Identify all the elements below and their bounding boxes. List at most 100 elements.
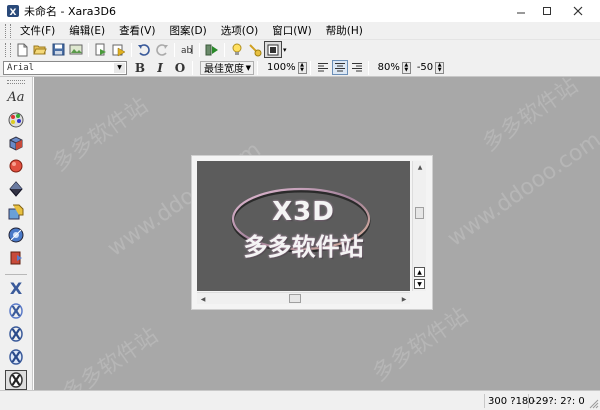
app-logo-icon: X xyxy=(7,5,19,18)
align-left-button[interactable] xyxy=(315,60,331,75)
menu-help[interactable]: 帮助(H) xyxy=(319,22,370,40)
font-select[interactable]: Arial ▼ xyxy=(3,60,127,75)
svg-text:X: X xyxy=(10,279,23,297)
bevel-icon[interactable] xyxy=(5,156,27,176)
rotation-stepper[interactable]: ▲ ▼ xyxy=(435,61,445,74)
document-window: X3D 多多软件站 ▲ ▲ ▼ ◀ ▶ xyxy=(191,155,433,310)
watermark-url: www.ddooo.com xyxy=(443,127,600,252)
menu-file[interactable]: 文件(F) xyxy=(13,22,62,40)
menu-edit[interactable]: 编辑(E) xyxy=(62,22,112,40)
toolbar-separator xyxy=(257,60,258,75)
rotation-field[interactable]: -50 ▲ ▼ xyxy=(415,61,445,75)
frame-view-icon[interactable] xyxy=(264,41,282,58)
x-style-3-icon[interactable]: X xyxy=(5,324,27,344)
menu-view[interactable]: 查看(V) xyxy=(112,22,162,40)
scroll-right-icon[interactable]: ▶ xyxy=(400,295,408,303)
tool-sidebar: Aa X X X X X xyxy=(0,77,33,390)
animation-icon[interactable] xyxy=(5,248,27,268)
shadow-icon[interactable] xyxy=(5,179,27,199)
menu-bar: 文件(F) 编辑(E) 查看(V) 图案(D) 选项(O) 窗口(W) 帮助(H… xyxy=(0,22,600,40)
quality-select[interactable]: 最佳宽度 ▼ xyxy=(200,60,254,75)
lighting-icon[interactable] xyxy=(5,225,27,245)
preview-title-text: X3D xyxy=(272,197,335,227)
lights-toggle-icon[interactable] xyxy=(246,41,264,58)
horizontal-scrollbar[interactable]: ◀ ▶ xyxy=(197,292,410,304)
x-style-1-icon[interactable]: X xyxy=(5,278,27,298)
chevron-down-icon[interactable]: ▼ xyxy=(114,62,125,73)
svg-text:X: X xyxy=(11,305,21,320)
font-name: Arial xyxy=(7,62,35,73)
watermark-text: 多多软件站 xyxy=(368,303,473,387)
resize-grip-icon[interactable] xyxy=(587,397,599,409)
minimize-icon[interactable] xyxy=(508,2,534,20)
text-edit-icon[interactable]: ab xyxy=(178,41,196,58)
export-animation-icon[interactable] xyxy=(92,41,110,58)
scroll-left-icon[interactable]: ◀ xyxy=(199,295,207,303)
title-bar: X 未命名 - Xara3D6 xyxy=(0,0,600,22)
new-file-icon[interactable] xyxy=(13,41,31,58)
play-animation-icon[interactable] xyxy=(203,41,221,58)
window-title: 未命名 - Xara3D6 xyxy=(24,5,116,18)
quality-value: 最佳宽度 xyxy=(204,64,244,75)
extrude-icon[interactable] xyxy=(5,133,27,153)
toolbar-separator xyxy=(224,42,225,57)
open-folder-icon[interactable] xyxy=(31,41,49,58)
zoom-stepper[interactable]: ▲ ▼ xyxy=(401,61,411,74)
toolbar-separator xyxy=(367,60,369,75)
menu-options[interactable]: 选项(O) xyxy=(214,22,265,40)
rotation-value: -50 xyxy=(416,62,434,73)
preview-subtitle-text: 多多软件站 xyxy=(243,233,364,261)
svg-text:X: X xyxy=(11,374,21,389)
light-bulb-icon[interactable] xyxy=(228,41,246,58)
status-bar: 300 ?180 -29?: 2?: 0 xyxy=(0,390,600,410)
status-rotation: -29?: 2?: 0 xyxy=(528,394,588,408)
page-up-icon[interactable]: ▲ xyxy=(414,267,425,277)
toolbar-separator xyxy=(131,42,132,57)
zoom-field[interactable]: 80% ▲ ▼ xyxy=(376,61,411,75)
text-options-icon[interactable]: Aa xyxy=(5,87,27,107)
vertical-scrollbar[interactable]: ▲ ▲ ▼ xyxy=(412,161,426,291)
scale-value: 100% xyxy=(267,62,296,73)
scroll-up-icon[interactable]: ▲ xyxy=(416,163,424,171)
toolbar-separator xyxy=(88,42,89,57)
outline-button[interactable]: O xyxy=(171,60,189,76)
vertical-scroll-thumb[interactable] xyxy=(415,207,424,219)
toolbar-grip[interactable] xyxy=(5,42,11,57)
main-toolbar: ab ▾ xyxy=(0,40,600,59)
menubar-grip[interactable] xyxy=(5,23,11,38)
sidebar-separator xyxy=(5,274,27,275)
scale-field[interactable]: 100% ▲ ▼ xyxy=(265,61,307,75)
page-down-icon[interactable]: ▼ xyxy=(414,279,425,289)
export-movie-icon[interactable] xyxy=(110,41,128,58)
svg-text:X: X xyxy=(11,328,21,343)
export-image-icon[interactable] xyxy=(67,41,85,58)
close-icon[interactable] xyxy=(560,2,596,20)
maximize-icon[interactable] xyxy=(534,2,560,20)
watermark-text: 多多软件站 xyxy=(478,73,583,157)
menu-window[interactable]: 窗口(W) xyxy=(265,22,319,40)
color-palette-icon[interactable] xyxy=(5,110,27,130)
toolbar-separator xyxy=(199,42,200,57)
bold-button[interactable]: B xyxy=(131,60,149,76)
texture-icon[interactable] xyxy=(5,202,27,222)
window-controls xyxy=(508,2,596,20)
undo-icon[interactable] xyxy=(135,41,153,58)
x-style-5-icon[interactable]: X xyxy=(5,370,27,390)
scale-stepper[interactable]: ▲ ▼ xyxy=(297,61,307,74)
sidebar-grip[interactable] xyxy=(7,80,25,84)
svg-text:X: X xyxy=(11,351,21,366)
chevron-down-icon[interactable]: ▾ xyxy=(283,46,287,54)
chevron-down-icon[interactable]: ▼ xyxy=(246,64,251,72)
x-style-2-icon[interactable]: X xyxy=(5,301,27,321)
redo-icon[interactable] xyxy=(153,41,171,58)
zoom-value: 80% xyxy=(377,62,400,73)
menu-design[interactable]: 图案(D) xyxy=(162,22,213,40)
horizontal-scroll-thumb[interactable] xyxy=(289,294,301,303)
preview-viewport[interactable]: X3D 多多软件站 xyxy=(197,161,410,291)
align-center-button[interactable] xyxy=(331,60,348,75)
align-right-button[interactable] xyxy=(349,60,365,75)
toolbar-separator xyxy=(174,42,175,57)
italic-button[interactable]: I xyxy=(151,60,169,76)
save-icon[interactable] xyxy=(49,41,67,58)
x-style-4-icon[interactable]: X xyxy=(5,347,27,367)
